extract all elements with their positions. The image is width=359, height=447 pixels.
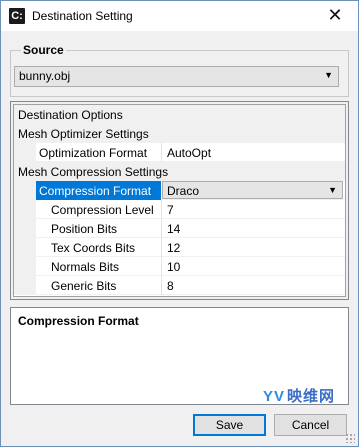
- indent-gutter: [14, 257, 36, 276]
- watermark-text: 映维网: [287, 388, 336, 405]
- indent-gutter: [14, 181, 36, 200]
- indent-gutter: [14, 200, 36, 219]
- indent-gutter: [14, 143, 36, 162]
- description-title: Compression Format: [18, 314, 139, 328]
- category-destination-options[interactable]: Destination Options: [14, 105, 345, 124]
- column-divider: [161, 219, 162, 238]
- close-icon[interactable]: ✕: [312, 1, 358, 31]
- property-label: Compression Format: [39, 184, 152, 198]
- resize-grip-icon[interactable]: [345, 433, 355, 443]
- property-row-generic-bits[interactable]: Generic Bits 8: [14, 276, 345, 295]
- source-label: Source: [21, 43, 66, 57]
- property-row-compression-level[interactable]: Compression Level 7: [14, 200, 345, 219]
- column-divider: [161, 238, 162, 257]
- property-value[interactable]: 14: [167, 222, 180, 236]
- watermark-logo: YV: [263, 388, 286, 405]
- property-row-position-bits[interactable]: Position Bits 14: [14, 219, 345, 238]
- property-value[interactable]: AutoOpt: [167, 146, 211, 160]
- property-value[interactable]: 8: [167, 279, 174, 293]
- property-value[interactable]: 10: [167, 260, 180, 274]
- property-value[interactable]: 7: [167, 203, 174, 217]
- window-title: Destination Setting: [32, 9, 133, 23]
- property-grid: Destination Options Mesh Optimizer Setti…: [10, 101, 349, 300]
- property-row-normals-bits[interactable]: Normals Bits 10: [14, 257, 345, 276]
- property-label: Normals Bits: [51, 260, 120, 274]
- property-grid-inner: Destination Options Mesh Optimizer Setti…: [13, 104, 346, 297]
- property-label: Tex Coords Bits: [51, 241, 136, 255]
- property-row-tex-coords-bits[interactable]: Tex Coords Bits 12: [14, 238, 345, 257]
- compression-format-select[interactable]: Draco ▼: [162, 181, 343, 199]
- category-label: Destination Options: [18, 108, 123, 122]
- column-divider: [161, 143, 162, 162]
- save-button[interactable]: Save: [193, 414, 266, 436]
- category-mesh-optimizer[interactable]: Mesh Optimizer Settings: [14, 124, 345, 143]
- property-row-optimization-format[interactable]: Optimization Format AutoOpt: [14, 143, 345, 162]
- source-select-value: bunny.obj: [19, 69, 71, 83]
- property-value[interactable]: 12: [167, 241, 180, 255]
- chevron-down-icon: ▼: [324, 70, 333, 80]
- destination-setting-dialog: C: Destination Setting ✕ Source bunny.ob…: [0, 0, 359, 447]
- column-divider: [161, 200, 162, 219]
- category-mesh-compression[interactable]: Mesh Compression Settings: [14, 162, 345, 181]
- chevron-down-icon: ▼: [328, 185, 337, 195]
- column-divider: [161, 276, 162, 295]
- property-label: Compression Level: [51, 203, 154, 217]
- watermark: YV 映维网: [263, 385, 335, 406]
- property-label: Optimization Format: [39, 146, 148, 160]
- category-label: Mesh Optimizer Settings: [18, 127, 149, 141]
- property-label: Position Bits: [51, 222, 118, 236]
- indent-gutter: [14, 238, 36, 257]
- property-label: Generic Bits: [51, 279, 117, 293]
- indent-gutter: [14, 219, 36, 238]
- property-row-compression-format[interactable]: Compression Format Draco ▼: [14, 181, 345, 200]
- title-bar: C: Destination Setting ✕: [1, 1, 358, 31]
- column-divider: [161, 257, 162, 276]
- compression-format-value: Draco: [167, 184, 200, 198]
- app-icon: C:: [9, 8, 25, 24]
- source-select[interactable]: bunny.obj ▼: [14, 66, 339, 87]
- indent-gutter: [14, 276, 36, 295]
- category-label: Mesh Compression Settings: [18, 165, 169, 179]
- cancel-button[interactable]: Cancel: [274, 414, 347, 436]
